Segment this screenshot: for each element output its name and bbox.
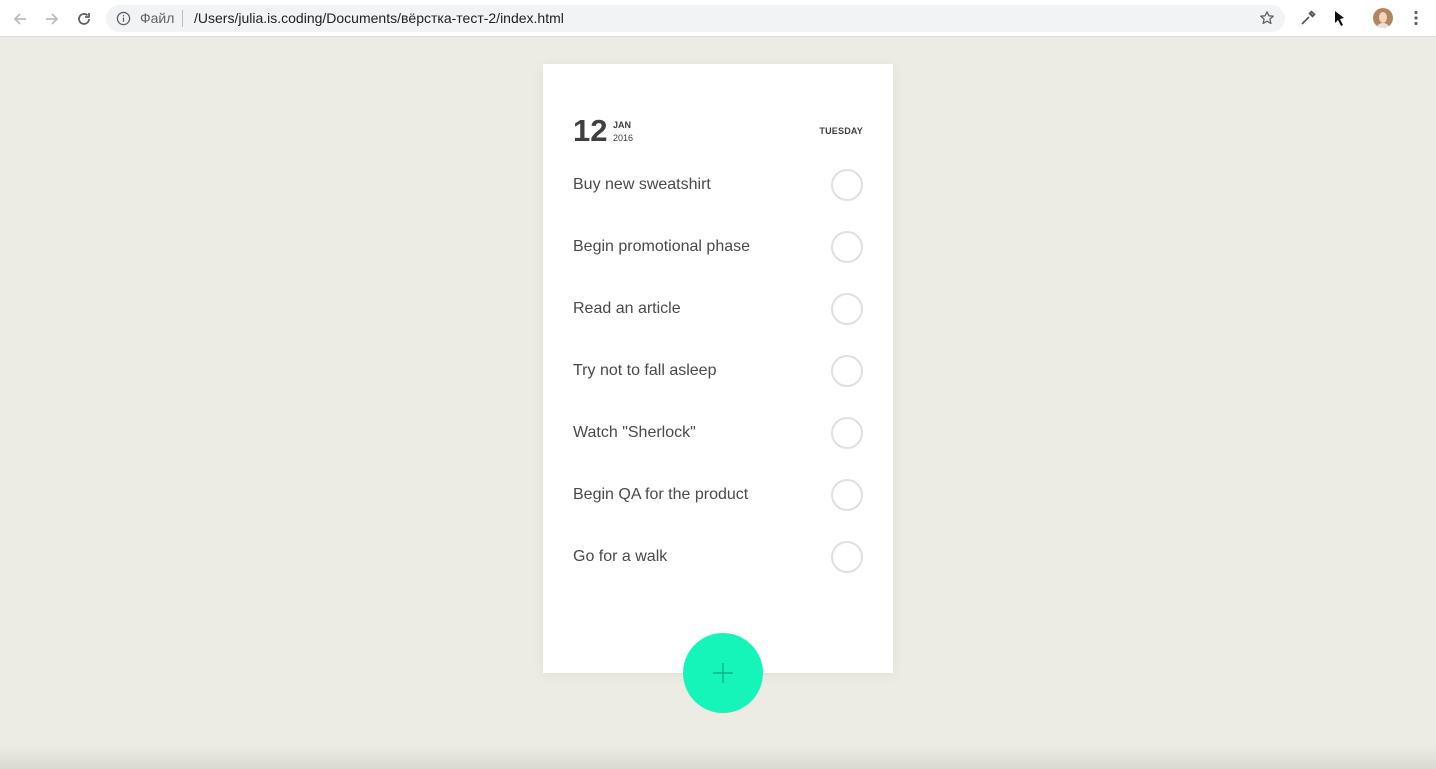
extension-icon[interactable] [1331,9,1349,27]
task-label: Begin promotional phase [573,238,751,255]
task-checkbox[interactable] [831,293,863,325]
task-item[interactable]: Begin promotional phase [573,231,863,263]
back-button[interactable] [9,8,31,30]
date-day: 12 [573,113,608,148]
task-item[interactable]: Read an article [573,293,863,325]
forward-button[interactable] [41,8,63,30]
task-item[interactable]: Buy new sweatshirt [573,169,863,201]
arrow-left-icon [13,13,26,25]
url-scheme-label: Файл [140,10,175,26]
date-year: 2016 [613,133,634,143]
todo-card: 12 JAN 2016 TUESDAY Buy new sweatshirt B… [543,64,893,673]
task-checkbox[interactable] [831,355,863,387]
plus-icon [713,663,733,683]
more-vertical-icon[interactable] [1413,10,1419,26]
address-bar[interactable]: Файл /Users/julia.is.coding/Documents/вё… [106,5,1285,32]
add-task-button[interactable] [683,633,763,713]
task-checkbox[interactable] [831,169,863,201]
browser-toolbar: Файл /Users/julia.is.coding/Documents/вё… [0,0,1436,37]
task-checkbox[interactable] [831,541,863,573]
avatar-body [1376,23,1390,28]
url-text[interactable]: /Users/julia.is.coding/Documents/вёрстка… [194,10,564,27]
task-checkbox[interactable] [831,479,863,511]
reload-icon [78,13,90,25]
task-label: Read an article [573,300,681,317]
star-icon[interactable] [1259,10,1275,26]
avatar-face [1379,12,1387,23]
date-month: JAN [613,120,632,130]
omnibox-divider [182,10,183,27]
info-icon[interactable] [116,11,131,26]
reload-button[interactable] [73,8,95,30]
task-checkbox[interactable] [831,231,863,263]
task-label: Watch "Sherlock" [573,424,696,441]
arrow-right-icon [46,13,59,25]
eyedropper-icon[interactable] [1299,9,1317,27]
task-checkbox[interactable] [831,417,863,449]
task-label: Go for a walk [573,548,668,565]
date-weekday: TUESDAY [819,126,863,136]
task-item[interactable]: Watch "Sherlock" [573,417,863,449]
task-item[interactable]: Begin QA for the product [573,479,863,511]
task-label: Buy new sweatshirt [573,176,711,193]
task-label: Begin QA for the product [573,486,749,503]
bottom-shadow [0,745,1436,769]
task-item[interactable]: Try not to fall asleep [573,355,863,387]
task-label: Try not to fall asleep [573,362,717,379]
profile-avatar[interactable] [1373,8,1393,28]
task-item[interactable]: Go for a walk [573,541,863,573]
